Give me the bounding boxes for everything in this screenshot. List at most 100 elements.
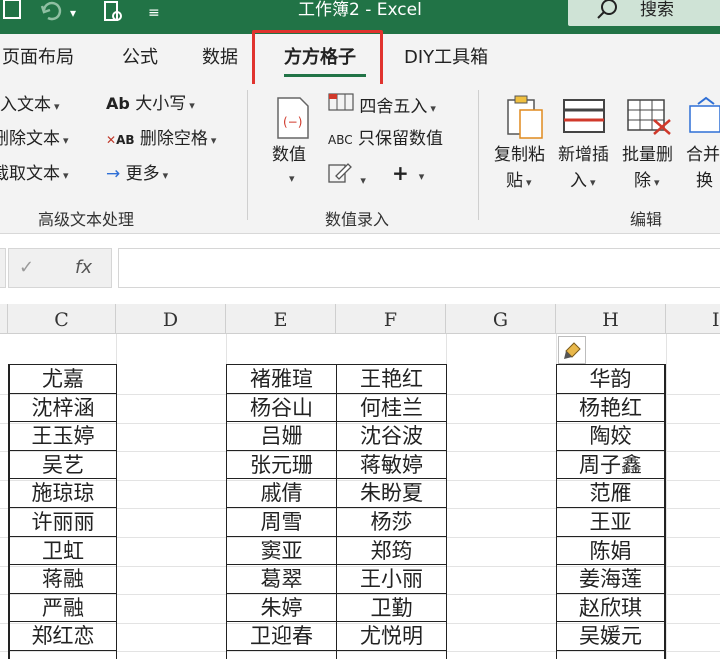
cell-c[interactable]: 蒋融 xyxy=(10,565,116,593)
cell-f[interactable]: 尤悦明 xyxy=(337,622,446,650)
table-border xyxy=(664,364,666,659)
cell-f[interactable]: 郑筠 xyxy=(337,537,446,565)
value-caret: ▾ xyxy=(289,172,295,185)
undo-icon[interactable] xyxy=(40,0,64,26)
tab-diy-toolbox[interactable]: DIY工具箱 xyxy=(404,46,488,70)
table-border xyxy=(336,364,337,659)
formula-buttons: ✓ fx xyxy=(8,248,112,288)
cell-c[interactable]: 王玉婷 xyxy=(10,422,116,450)
batch-delete-icon xyxy=(626,96,672,140)
svg-text:(−): (−) xyxy=(283,115,302,129)
cell-c[interactable]: 沈梓涵 xyxy=(10,394,116,422)
cell-e[interactable]: 张元珊 xyxy=(227,451,336,479)
tab-page-layout[interactable]: 页面布局 xyxy=(2,46,74,70)
name-box[interactable] xyxy=(0,248,6,288)
cell-e[interactable]: 杨谷山 xyxy=(227,394,336,422)
clipboard-icon xyxy=(504,94,544,144)
value-button[interactable]: (−) 数值 ▾ xyxy=(268,92,318,196)
cell-h[interactable]: 姜海莲 xyxy=(557,565,664,593)
keep-values-button[interactable]: ABC 只保留数值 xyxy=(328,128,443,151)
column-header-f[interactable]: F xyxy=(336,304,446,334)
cell-f[interactable]: 王艳红 xyxy=(337,365,446,393)
cell-c[interactable]: 尤嘉 xyxy=(10,365,116,393)
group-label-advanced-text: 高级文本处理 xyxy=(38,210,135,229)
extract-text-button[interactable]: 截取文本 ▾ xyxy=(0,163,69,187)
cell-e[interactable]: 褚雅瑄 xyxy=(227,365,336,393)
cell-c[interactable]: 严融 xyxy=(10,594,116,622)
cell-e[interactable]: 周雪 xyxy=(227,508,336,536)
insert-text-button[interactable]: 入文本 ▾ xyxy=(0,94,60,118)
save-icon[interactable] xyxy=(2,0,24,26)
cell-f[interactable]: 蒋敏婷 xyxy=(337,451,446,479)
table-border xyxy=(446,364,447,659)
edit-fill-button[interactable]: ▾ xyxy=(328,162,366,192)
trim-spaces-button[interactable]: ✕AB 删除空格 ▾ xyxy=(106,128,216,152)
group-separator xyxy=(247,90,248,220)
customize-toolbar-icon[interactable]: ≡ xyxy=(148,0,160,26)
cell-f[interactable]: 杨莎 xyxy=(337,508,446,536)
cell-e[interactable]: 窦亚 xyxy=(227,537,336,565)
paste-options-button[interactable] xyxy=(558,336,586,364)
cell-c[interactable]: 郑红恋 xyxy=(10,622,116,650)
formula-input[interactable] xyxy=(118,248,720,288)
cell-h[interactable]: 杨艳红 xyxy=(557,394,664,422)
tab-highlight-box xyxy=(252,30,383,92)
column-header-d[interactable]: D xyxy=(116,304,226,334)
batch-delete-button[interactable]: 批量删 除 ▾ xyxy=(620,92,682,196)
table-border xyxy=(116,364,117,659)
copy-paste-button[interactable]: 复制粘 贴 ▾ xyxy=(492,92,554,196)
cell-h[interactable]: 华韵 xyxy=(557,365,664,393)
round-button[interactable]: 四舍五入 ▾ xyxy=(328,92,436,120)
plus-icon: + xyxy=(392,161,409,185)
cell-h[interactable]: 陶姣 xyxy=(557,422,664,450)
column-header-g[interactable]: G xyxy=(446,304,556,334)
keep-values-icon: ABC xyxy=(328,133,353,147)
tab-data[interactable]: 数据 xyxy=(202,46,238,70)
cell-c[interactable]: 吴艺 xyxy=(10,451,116,479)
cell-h[interactable]: 陈娟 xyxy=(557,537,664,565)
cell-f[interactable]: 何桂兰 xyxy=(337,394,446,422)
column-header-e[interactable]: E xyxy=(226,304,336,334)
cell-h[interactable]: 周子鑫 xyxy=(557,451,664,479)
cell-c[interactable]: 卫虹 xyxy=(10,537,116,565)
cell-c[interactable]: 施琼琼 xyxy=(10,479,116,507)
delete-text-button[interactable]: 删除文本 ▾ xyxy=(0,128,69,152)
cell-h[interactable]: 吴媛元 xyxy=(557,622,664,650)
print-preview-icon[interactable] xyxy=(102,0,126,26)
column-header-i[interactable]: I xyxy=(666,304,720,334)
redo-dropdown-icon[interactable]: ▾ xyxy=(70,0,76,26)
cell-h[interactable]: 范雁 xyxy=(557,479,664,507)
column-header-h[interactable]: H xyxy=(556,304,666,334)
cell-e[interactable]: 卫迎春 xyxy=(227,622,336,650)
more-button[interactable]: → 更多 ▾ xyxy=(106,163,168,187)
edit-icon xyxy=(328,163,357,189)
insert-rows-button[interactable]: 新增插 入 ▾ xyxy=(556,92,618,196)
column-header-c[interactable]: C xyxy=(8,304,116,334)
merge-convert-button[interactable]: 合并 换 xyxy=(684,92,720,196)
window-title: 工作簿2 - Excel xyxy=(298,0,422,20)
cell-f[interactable]: 朱盼夏 xyxy=(337,479,446,507)
cell-c[interactable]: 许丽丽 xyxy=(10,508,116,536)
cell-f[interactable]: 卫勤 xyxy=(337,594,446,622)
confirm-check-icon[interactable]: ✓ xyxy=(19,257,34,278)
cell-h[interactable]: 王亚 xyxy=(557,508,664,536)
cell-f[interactable]: 沈谷波 xyxy=(337,422,446,450)
insert-symbol-button[interactable]: + ▾ xyxy=(392,162,424,188)
cell-e[interactable]: 吕姗 xyxy=(227,422,336,450)
cell-e[interactable]: 戚倩 xyxy=(227,479,336,507)
search-box[interactable]: 搜索 xyxy=(568,0,720,26)
cell-e[interactable]: 朱婷 xyxy=(227,594,336,622)
tab-formulas[interactable]: 公式 xyxy=(122,46,158,70)
gridline xyxy=(666,334,667,659)
insert-rows-icon xyxy=(562,96,608,140)
row-header-corner[interactable] xyxy=(0,304,8,334)
search-label: 搜索 xyxy=(640,0,674,20)
cell-h[interactable]: 赵欣琪 xyxy=(557,594,664,622)
cell-e[interactable]: 葛翠 xyxy=(227,565,336,593)
insert-function-icon[interactable]: fx xyxy=(75,257,92,278)
cell-f[interactable]: 王小丽 xyxy=(337,565,446,593)
case-button[interactable]: Ab 大小写 ▾ xyxy=(106,93,195,117)
table-border xyxy=(556,364,557,659)
group-label-edit: 编辑 xyxy=(630,210,663,229)
formula-bar: ✓ fx xyxy=(0,234,720,304)
